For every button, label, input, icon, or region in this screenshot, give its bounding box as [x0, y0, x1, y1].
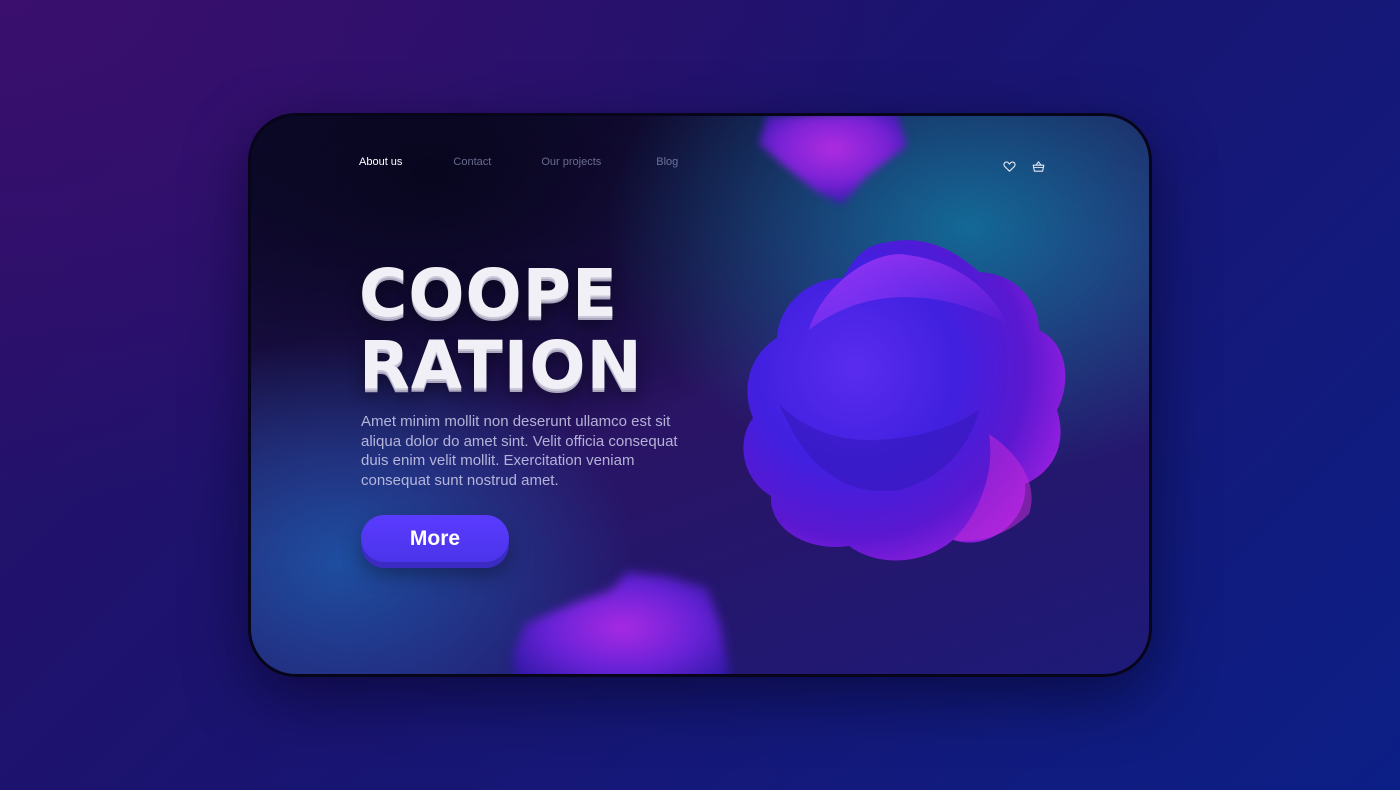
- landing-card: About us Contact Our projects Blog COOPE…: [248, 113, 1152, 677]
- nav-item-our-projects[interactable]: Our projects: [541, 156, 601, 168]
- blob-bottom-decoration: [513, 572, 730, 674]
- hero-headline: COOPE RATION: [359, 258, 643, 402]
- hero-body-text: Amet minim mollit non deserunt ullamco e…: [361, 413, 678, 489]
- main-nav: About us Contact Our projects Blog: [359, 156, 678, 168]
- blob-top-decoration: [759, 116, 907, 204]
- nav-item-about-us[interactable]: About us: [359, 156, 402, 168]
- basket-icon[interactable]: [1032, 160, 1045, 173]
- headline-line-1: COOPE: [359, 255, 619, 332]
- more-button[interactable]: More: [361, 515, 509, 562]
- blob-main-decoration: [743, 240, 1066, 561]
- nav-item-blog[interactable]: Blog: [656, 156, 678, 168]
- headline-line-2: RATION: [359, 327, 643, 404]
- nav-item-contact[interactable]: Contact: [453, 156, 491, 168]
- header-icons: [1003, 160, 1045, 173]
- heart-icon[interactable]: [1003, 160, 1016, 173]
